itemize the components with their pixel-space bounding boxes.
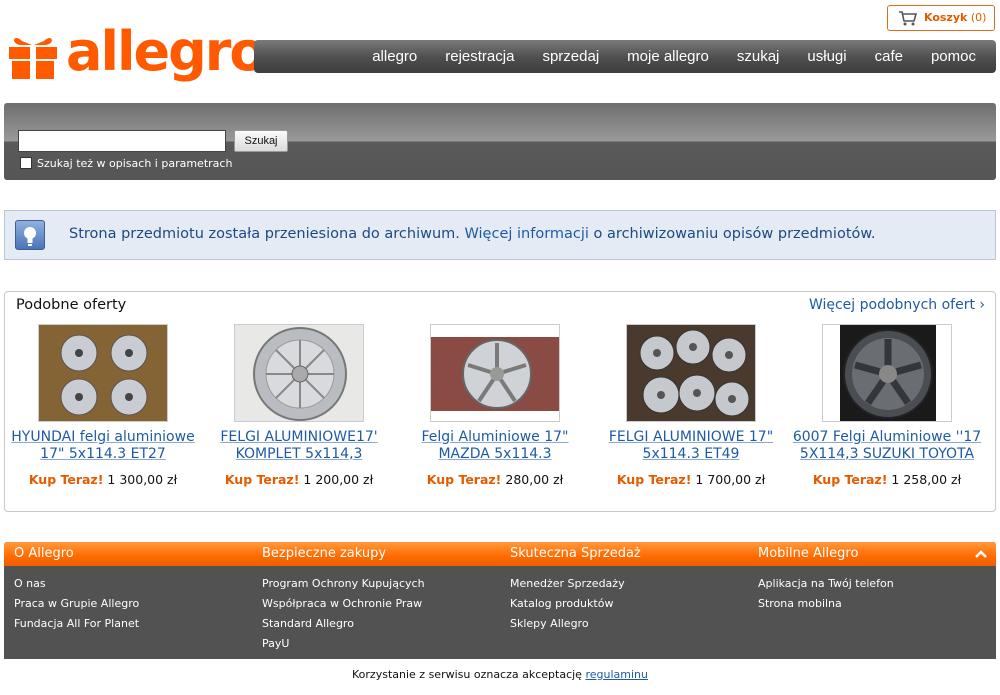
more-similar-offers-link[interactable]: Więcej podobnych ofert › [809,297,985,313]
footer-column-mobile: Mobilne Allegro Aplikacja na Twój telefo… [758,542,998,614]
footer-link[interactable]: O nas [14,574,254,594]
footer-column-safe-shopping: Bezpieczne zakupy Program Ochrony Kupują… [262,542,502,654]
footer-link[interactable]: Fundacja All For Planet [14,614,254,634]
archive-notice-text-1: Strona przedmiotu została przeniesiona d… [69,226,465,242]
offer-item: 6007 Felgi Aluminiowe ''17 5X114,3 SUZUK… [792,324,982,487]
footer-column-about: O Allegro O nas Praca w Grupie Allegro F… [14,542,254,634]
buy-now-label: Kup Teraz! [812,472,888,487]
offer-item: FELGI ALUMINIOWE17' KOMPLET 5x114,3 Kup … [204,324,394,487]
nav-item-allegro[interactable]: allegro [358,40,431,73]
offer-item: Felgi Aluminiowe 17" MAZDA 5x114.3 Kup T… [400,324,590,487]
footer-column-selling: Skuteczna Sprzedaż Menedżer Sprzedaży Ka… [510,542,750,634]
offer-price-value: 1 300,00 zł [107,472,178,487]
page: allegro Koszyk (0) allegro rejestracja s… [0,0,1000,695]
offer-title[interactable]: Felgi Aluminiowe 17" MAZDA 5x114.3 [400,429,590,463]
archive-notice-text: Strona przedmiotu została przeniesiona d… [69,226,876,242]
nav-item-szukaj[interactable]: szukaj [723,40,794,73]
offer-price-value: 1 700,00 zł [695,472,766,487]
terms-text: Korzystanie z serwisu oznacza akceptację [352,668,586,681]
offer-price-value: 1 200,00 zł [303,472,374,487]
cart-label: Koszyk [924,11,968,24]
footer: O Allegro O nas Praca w Grupie Allegro F… [4,542,996,659]
lightbulb-icon [15,220,45,250]
footer-link[interactable]: Aplikacja na Twój telefon [758,574,998,594]
footer-column-title: Mobilne Allegro [758,546,859,561]
buy-now-label: Kup Teraz! [28,472,104,487]
nav-item-pomoc[interactable]: pomoc [917,40,990,73]
terms-notice: Korzystanie z serwisu oznacza akceptację… [0,668,1000,681]
footer-column-title: O Allegro [14,546,74,561]
offer-price-value: 1 258,00 zł [891,472,962,487]
logo-text: allegro [66,20,266,83]
offer-title[interactable]: 6007 Felgi Aluminiowe ''17 5X114,3 SUZUK… [792,429,982,463]
search-descriptions-label: Szukaj też w opisach i parametrach [37,157,233,170]
archive-notice-text-2: o archiwizowaniu opisów przedmiotów. [588,226,876,242]
similar-offers-title: Podobne oferty [16,297,127,313]
allegro-logo[interactable]: allegro [8,21,266,89]
offer-thumbnail[interactable] [430,324,560,422]
nav-item-rejestracja[interactable]: rejestracja [431,40,528,73]
footer-link[interactable]: Standard Allegro [262,614,502,634]
offer-title[interactable]: FELGI ALUMINIOWE17' KOMPLET 5x114,3 [204,429,394,463]
offer-thumbnail[interactable] [822,324,952,422]
similar-offers: Podobne oferty Więcej podobnych ofert › … [4,291,996,512]
footer-column-title: Bezpieczne zakupy [262,546,387,561]
offer-item: FELGI ALUMINIOWE 17" 5x114.3 ET49 Kup Te… [596,324,786,487]
buy-now-label: Kup Teraz! [426,472,502,487]
offer-item: HYUNDAI felgi aluminiowe 17" 5x114.3 ET2… [8,324,198,487]
collapse-footer-icon[interactable] [974,547,988,561]
more-info-link[interactable]: Więcej informacji [465,226,589,242]
nav-item-uslugi[interactable]: usługi [793,40,860,73]
buy-now-label: Kup Teraz! [224,472,300,487]
footer-link[interactable]: PayU [262,634,502,654]
offer-thumbnail[interactable] [38,324,168,422]
footer-column-title: Skuteczna Sprzedaż [510,546,641,561]
cart-button[interactable]: Koszyk (0) [887,5,995,31]
terms-link[interactable]: regulaminu [585,668,648,681]
cart-count: (0) [970,11,987,24]
offer-thumbnail[interactable] [626,324,756,422]
offer-thumbnail[interactable] [234,324,364,422]
search-descriptions-checkbox[interactable] [20,157,32,169]
footer-link[interactable]: Program Ochrony Kupujących [262,574,502,594]
footer-link[interactable]: Strona mobilna [758,594,998,614]
search-button[interactable]: Szukaj [234,130,288,152]
main-nav: allegro rejestracja sprzedaj moje allegr… [254,40,996,73]
nav-item-cafe[interactable]: cafe [861,40,917,73]
search-input[interactable] [18,130,226,152]
footer-link[interactable]: Sklepy Allegro [510,614,750,634]
footer-link[interactable]: Praca w Grupie Allegro [14,594,254,614]
offer-price: Kup Teraz! 1 200,00 zł [204,472,394,487]
gift-icon [9,37,57,79]
offer-price: Kup Teraz! 280,00 zł [400,472,590,487]
offer-price: Kup Teraz! 1 258,00 zł [792,472,982,487]
footer-link[interactable]: Menedżer Sprzedaży [510,574,750,594]
footer-link[interactable]: Współpraca w Ochronie Praw [262,594,502,614]
offer-price-value: 280,00 zł [505,472,564,487]
offer-title[interactable]: HYUNDAI felgi aluminiowe 17" 5x114.3 ET2… [8,429,198,463]
offer-price: Kup Teraz! 1 700,00 zł [596,472,786,487]
offer-price: Kup Teraz! 1 300,00 zł [8,472,198,487]
footer-link[interactable]: Katalog produktów [510,594,750,614]
offer-title[interactable]: FELGI ALUMINIOWE 17" 5x114.3 ET49 [596,429,786,463]
search-bar: Szukaj Szukaj też w opisach i parametrac… [4,103,996,180]
buy-now-label: Kup Teraz! [616,472,692,487]
nav-item-sprzedaj[interactable]: sprzedaj [528,40,613,73]
archive-notice: Strona przedmiotu została przeniesiona d… [4,210,996,260]
nav-item-moje-allegro[interactable]: moje allegro [613,40,723,73]
cart-icon [899,11,918,26]
